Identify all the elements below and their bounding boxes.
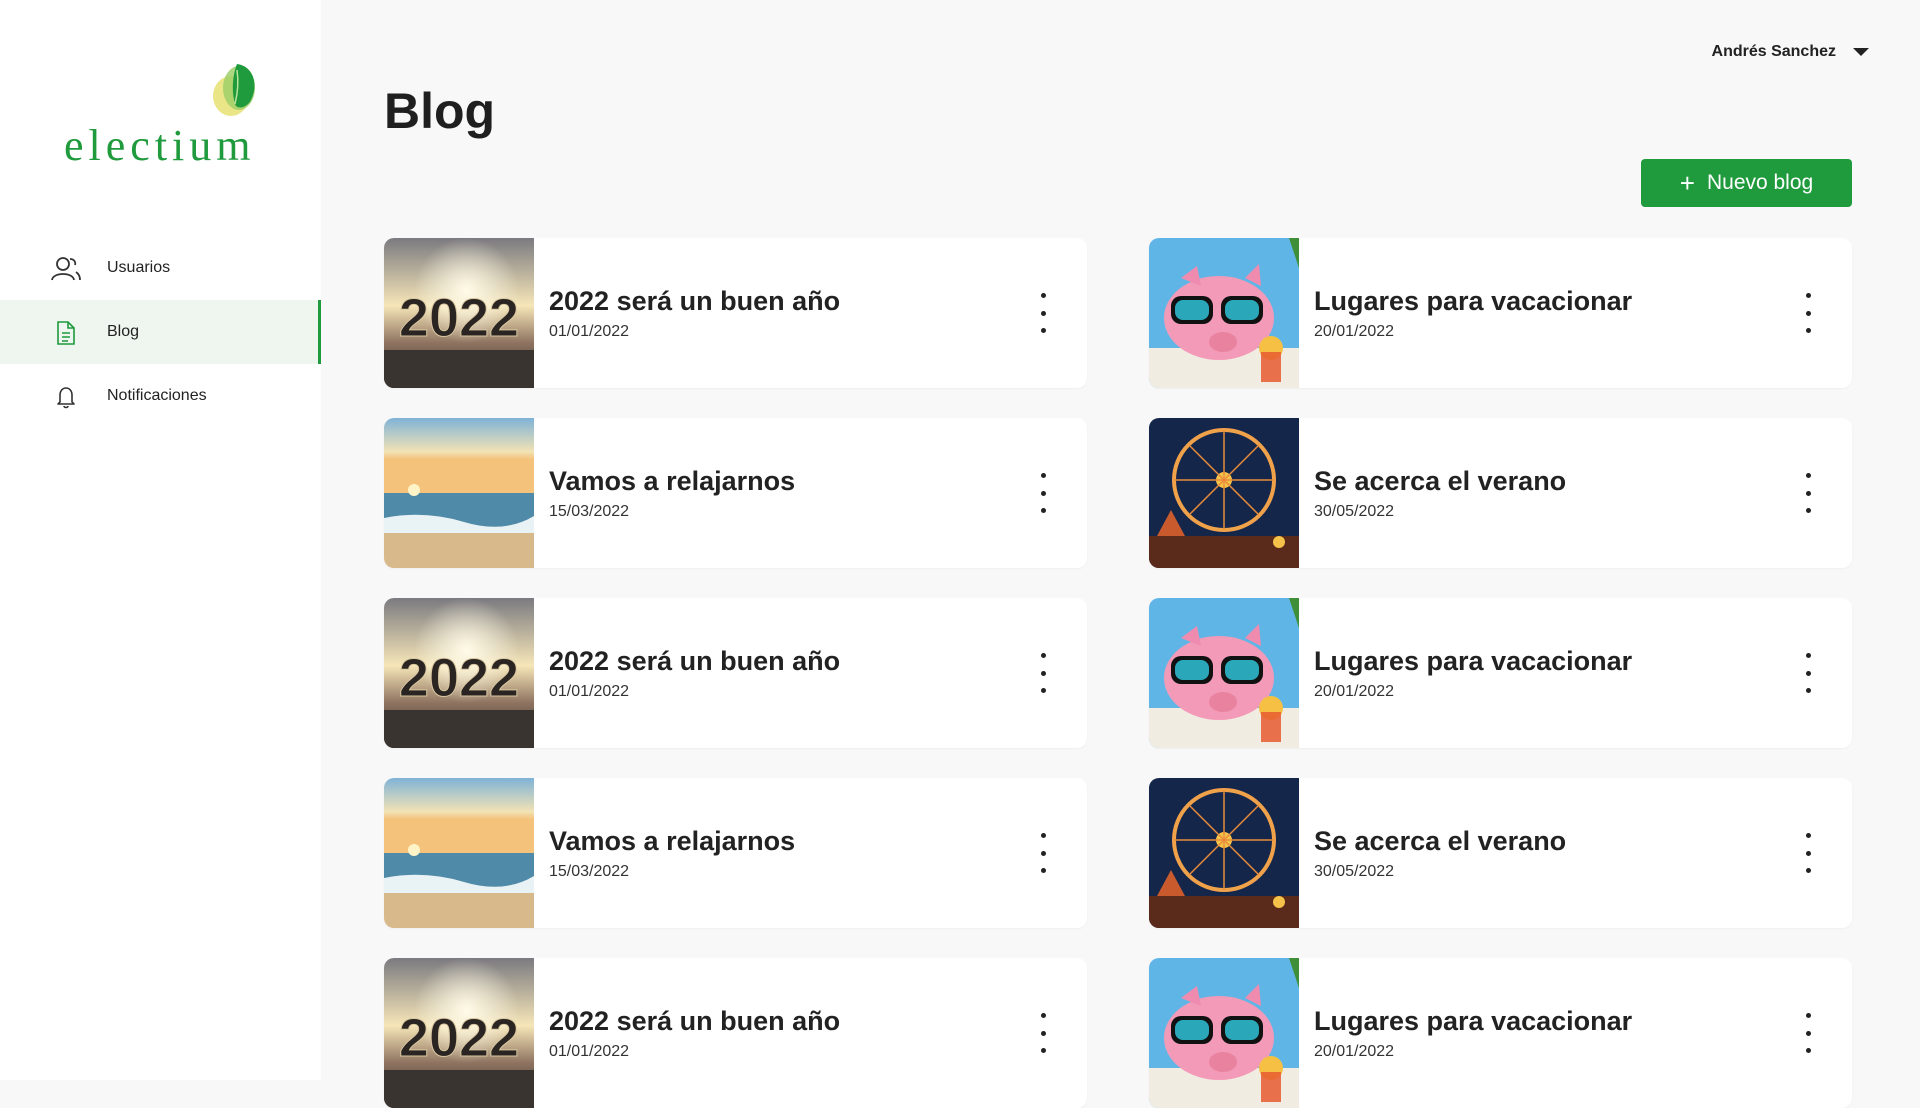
sidebar-item-label: Usuarios: [107, 259, 171, 276]
more-options-icon[interactable]: [1037, 833, 1049, 873]
sidebar-item-usuarios[interactable]: Usuarios: [0, 236, 321, 300]
more-options-icon[interactable]: [1037, 1013, 1049, 1053]
post-date: 01/01/2022: [549, 683, 630, 700]
more-options-icon[interactable]: [1802, 1013, 1814, 1053]
post-title: Se acerca el verano: [1314, 466, 1567, 496]
sidebar-item-label: Notificaciones: [107, 387, 207, 404]
more-options-icon[interactable]: [1802, 293, 1814, 333]
new-blog-button[interactable]: + Nuevo blog: [1641, 159, 1852, 207]
post-thumbnail-piggy-bank: [1149, 238, 1299, 388]
blog-post-card[interactable]: 2022 2022 será un buen año 01/01/2022: [384, 598, 1087, 748]
post-date: 15/03/2022: [549, 863, 630, 880]
more-options-icon[interactable]: [1802, 653, 1814, 693]
post-title: Lugares para vacacionar: [1314, 286, 1633, 316]
more-options-icon[interactable]: [1037, 473, 1049, 513]
post-thumbnail-beach-sunset: [384, 778, 534, 928]
blog-post-card[interactable]: Lugares para vacacionar 20/01/2022: [1149, 598, 1852, 748]
blog-post-card[interactable]: Se acerca el verano 30/05/2022: [1149, 778, 1852, 928]
sidebar-item-notificaciones[interactable]: Notificaciones: [0, 364, 321, 428]
svg-text:2022: 2022: [399, 288, 519, 348]
blog-post-card[interactable]: 2022 2022 será un buen año 01/01/2022: [384, 958, 1087, 1108]
post-title: 2022 será un buen año: [549, 646, 841, 676]
blog-post-card[interactable]: Vamos a relajarnos 15/03/2022: [384, 778, 1087, 928]
post-title: Se acerca el verano: [1314, 826, 1567, 856]
blog-post-card[interactable]: Lugares para vacacionar 20/01/2022: [1149, 238, 1852, 388]
document-icon: [57, 321, 75, 345]
post-date: 30/05/2022: [1314, 863, 1395, 880]
post-date: 01/01/2022: [549, 323, 630, 340]
butterfly-leaf-icon: [213, 64, 255, 116]
blog-post-card[interactable]: Lugares para vacacionar 20/01/2022: [1149, 958, 1852, 1108]
post-thumbnail-ferris-wheel: [1149, 778, 1299, 928]
svg-text:2022: 2022: [399, 648, 519, 708]
post-date: 20/01/2022: [1314, 683, 1395, 700]
post-thumbnail-new-year: 2022: [384, 238, 534, 388]
post-title: Lugares para vacacionar: [1314, 1006, 1633, 1036]
post-thumbnail-piggy-bank: [1149, 958, 1299, 1108]
more-options-icon[interactable]: [1802, 833, 1814, 873]
post-title: Vamos a relajarnos: [549, 466, 796, 496]
post-title: Lugares para vacacionar: [1314, 646, 1633, 676]
more-options-icon[interactable]: [1037, 293, 1049, 333]
blog-post-card[interactable]: Vamos a relajarnos 15/03/2022: [384, 418, 1087, 568]
svg-text:2022: 2022: [399, 1008, 519, 1068]
user-menu[interactable]: Andrés Sanchez: [1712, 40, 1870, 64]
post-title: 2022 será un buen año: [549, 286, 841, 316]
post-thumbnail-new-year: 2022: [384, 958, 534, 1108]
bell-icon: [57, 387, 75, 409]
caret-down-icon: [1853, 48, 1869, 56]
blog-post-card[interactable]: Se acerca el verano 30/05/2022: [1149, 418, 1852, 568]
post-date: 01/01/2022: [549, 1043, 630, 1060]
sidebar-nav: Usuarios Blog Notificaciones: [0, 236, 321, 428]
post-date: 15/03/2022: [549, 503, 630, 520]
post-thumbnail-ferris-wheel: [1149, 418, 1299, 568]
post-date: 20/01/2022: [1314, 323, 1395, 340]
post-thumbnail-beach-sunset: [384, 418, 534, 568]
more-options-icon[interactable]: [1037, 653, 1049, 693]
post-title: 2022 será un buen año: [549, 1006, 841, 1036]
more-options-icon[interactable]: [1802, 473, 1814, 513]
post-date: 30/05/2022: [1314, 503, 1395, 520]
users-icon: [51, 257, 81, 281]
plus-icon: +: [1679, 168, 1695, 198]
brand-name: electium: [64, 121, 256, 170]
sidebar-item-label: Blog: [107, 323, 140, 340]
user-name: Andrés Sanchez: [1711, 43, 1836, 60]
page-title: Blog: [384, 83, 496, 139]
post-title: Vamos a relajarnos: [549, 826, 796, 856]
new-blog-button-label: Nuevo blog: [1706, 171, 1814, 194]
sidebar: electium Usuarios Blog Notificaciones: [0, 0, 321, 1080]
sidebar-item-blog[interactable]: Blog: [0, 300, 321, 364]
post-thumbnail-piggy-bank: [1149, 598, 1299, 748]
electium-logo[interactable]: electium: [62, 60, 262, 170]
blog-post-card[interactable]: 2022 2022 será un buen año 01/01/2022: [384, 238, 1087, 388]
post-date: 20/01/2022: [1314, 1043, 1395, 1060]
post-thumbnail-new-year: 2022: [384, 598, 534, 748]
